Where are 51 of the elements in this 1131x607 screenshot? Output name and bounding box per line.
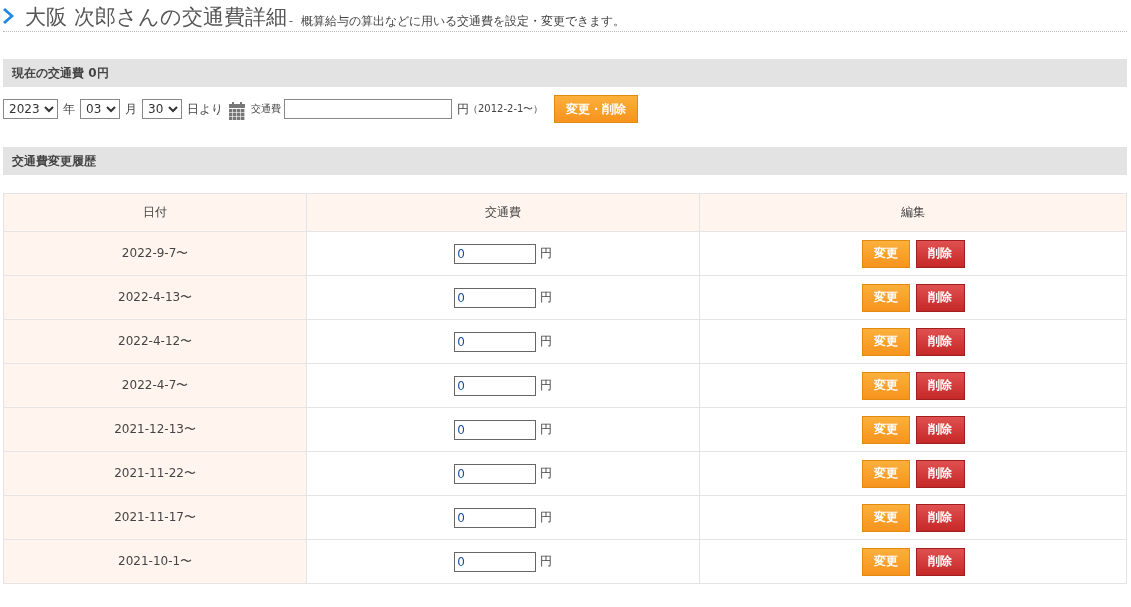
yen-label: 円 [540,421,553,438]
date-cell: 2022-4-13〜 [3,275,307,320]
day-label: 日より [187,100,223,118]
date-cell: 2022-4-12〜 [3,319,307,364]
day-select[interactable]: 30 [142,99,182,119]
fee-label: 交通費 [251,102,281,116]
column-header: 編集 [699,193,1127,232]
yen-label: 円 [540,553,553,570]
delete-button[interactable]: 削除 [915,283,965,312]
delete-button[interactable]: 削除 [915,459,965,488]
year-select[interactable]: 2023 [3,99,58,119]
fee-input[interactable] [284,99,452,119]
date-cell: 2021-10-1〜 [3,539,307,584]
month-label: 月 [125,100,137,118]
amount-input[interactable]: 0 [454,243,537,264]
amount-input[interactable]: 0 [454,463,537,484]
date-cell: 2022-9-7〜 [3,231,307,276]
yen-label: 円 [540,465,553,482]
yen-label: 円 [540,333,553,350]
column-header: 日付 [3,193,307,232]
amount-input[interactable]: 0 [454,287,537,308]
delete-button[interactable]: 削除 [915,239,965,268]
column-header: 交通費 [306,193,700,232]
yen-label: 円 [540,245,553,262]
amount-input[interactable]: 0 [454,331,537,352]
page-description: 概算給与の算出などに用いる交通費を設定・変更できます。 [301,13,626,30]
yen-label: 円 [457,100,469,118]
date-cell: 2022-4-7〜 [3,363,307,408]
yen-label: 円 [540,509,553,526]
amount-input[interactable]: 0 [454,507,537,528]
date-cell: 2021-12-13〜 [3,407,307,452]
page-title: 大阪 次郎さんの交通費詳細 [25,4,287,31]
delete-button[interactable]: 削除 [915,415,965,444]
date-range-note: （2012-2-1〜） [468,102,544,116]
section-header: 交通費変更履歴 [3,147,1127,175]
date-cell: 2021-11-17〜 [3,495,307,540]
amount-input[interactable]: 0 [454,375,537,396]
delete-button[interactable]: 削除 [915,371,965,400]
delete-button[interactable]: 削除 [915,327,965,356]
yen-label: 円 [540,289,553,306]
section-header: 現在の交通費 0円 [3,59,1127,87]
amount-input[interactable]: 0 [454,419,537,440]
delete-button[interactable]: 削除 [915,503,965,532]
year-label: 年 [63,100,75,118]
calendar-icon[interactable] [228,102,246,120]
yen-label: 円 [540,377,553,394]
month-select[interactable]: 03 [80,99,120,119]
delete-button[interactable]: 削除 [915,547,965,576]
amount-input[interactable]: 0 [454,551,537,572]
title-separator: - [288,13,294,30]
date-cell: 2021-11-22〜 [3,451,307,496]
